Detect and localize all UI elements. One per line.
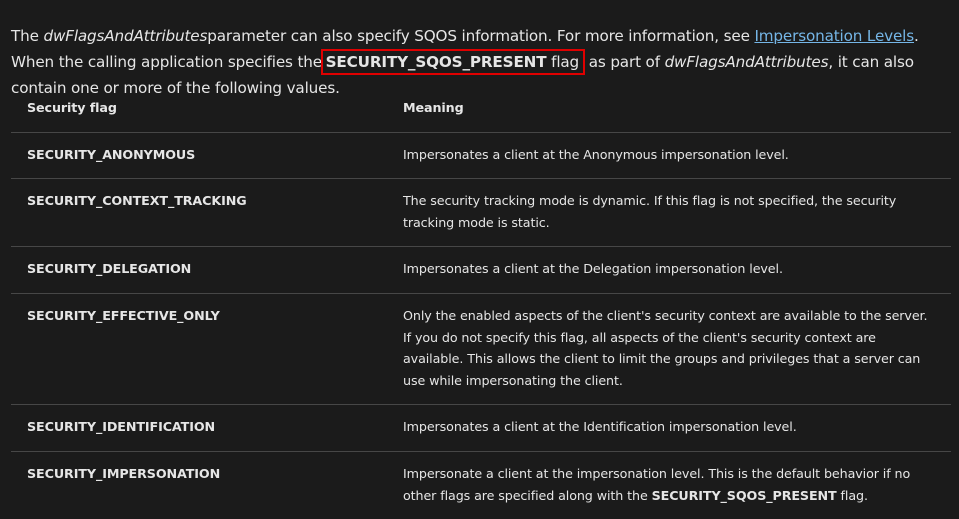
intro-text-4: as part of [584, 53, 665, 72]
flag-name: SECURITY_IMPERSONATION [11, 450, 387, 519]
flag-suffix: flag [546, 53, 580, 72]
flag-meaning: Impersonates a client at the Identificat… [387, 404, 951, 452]
documentation-page: The dwFlagsAndAttributesparameter can al… [0, 0, 959, 519]
table-header-row: Security flag Meaning [11, 85, 951, 133]
table-row: SECURITY_CONTEXT_TRACKING The security t… [11, 178, 951, 247]
highlighted-flag: SECURITY_SQOS_PRESENT [325, 53, 547, 72]
meaning-bold-flag: SECURITY_SQOS_PRESENT [651, 487, 837, 503]
intro-text-2: parameter can also specify SQOS informat… [207, 27, 755, 46]
flag-name: SECURITY_ANONYMOUS [27, 146, 196, 162]
intro-text-1: The [11, 27, 44, 46]
table-row: SECURITY_DELEGATION Impersonates a clien… [11, 246, 951, 294]
table-row: SECURITY_EFFECTIVE_ONLY Only the enabled… [11, 292, 951, 405]
impersonation-levels-link[interactable]: Impersonation Levels [754, 27, 914, 45]
header-meaning: Meaning [387, 85, 951, 133]
security-flags-table: Security flag Meaning SECURITY_ANONYMOUS… [11, 85, 951, 519]
flag-name: SECURITY_IDENTIFICATION [11, 404, 387, 452]
flag-meaning: Impersonates a client at the Anonymous i… [403, 146, 789, 162]
flag-meaning: Only the enabled aspects of the client's… [387, 292, 951, 405]
meaning-suffix: flag. [836, 487, 868, 503]
flag-name: SECURITY_CONTEXT_TRACKING [11, 178, 387, 247]
flag-meaning: Impersonates a client at the Delegation … [387, 246, 951, 294]
flag-meaning: Impersonate a client at the impersonatio… [387, 450, 951, 519]
flag-name: SECURITY_DELEGATION [11, 246, 387, 294]
param-name-2: dwFlagsAndAttributes [664, 53, 829, 72]
flag-name: SECURITY_EFFECTIVE_ONLY [11, 292, 387, 405]
table-row: SECURITY_IDENTIFICATION Impersonates a c… [11, 404, 951, 452]
highlighted-flag-box: SECURITY_SQOS_PRESENT flag [320, 49, 586, 76]
table-row: SECURITY_ANONYMOUS Impersonates a client… [11, 132, 951, 179]
header-security-flag: Security flag [11, 85, 387, 133]
param-name: dwFlagsAndAttributes [43, 27, 208, 46]
flag-meaning: The security tracking mode is dynamic. I… [387, 178, 951, 247]
table-row: SECURITY_IMPERSONATION Impersonate a cli… [11, 450, 951, 519]
